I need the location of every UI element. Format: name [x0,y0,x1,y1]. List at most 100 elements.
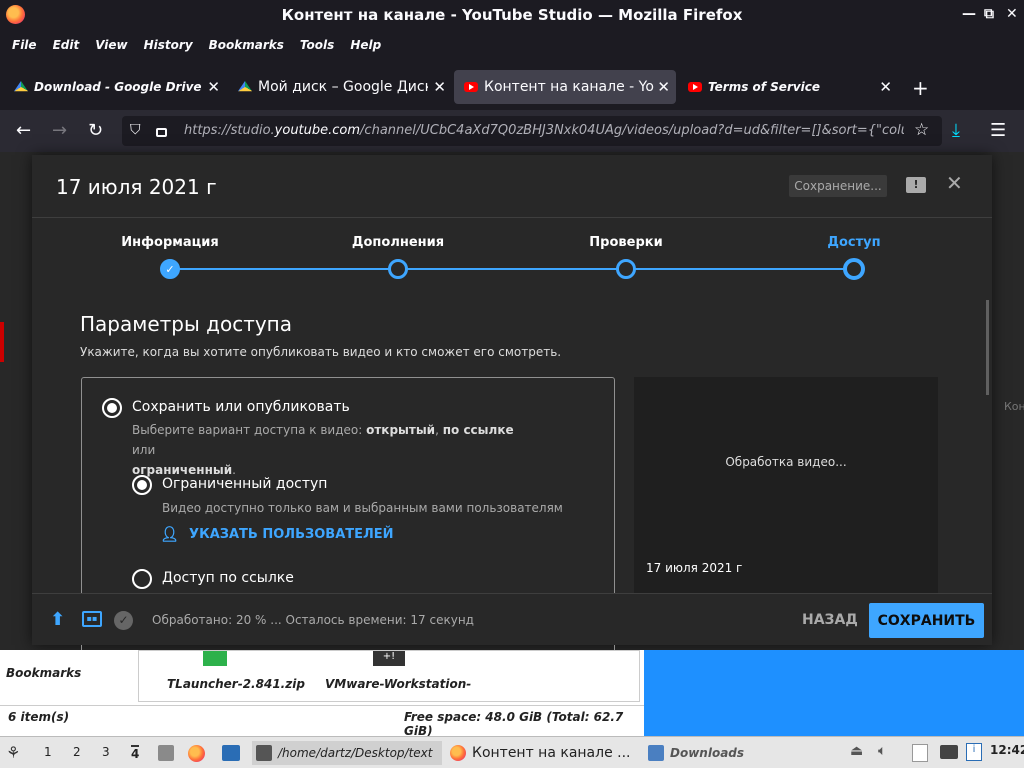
video-preview [634,377,938,577]
firefox-icon [6,5,25,24]
desktop-background [644,650,1024,736]
menu-file[interactable]: File [12,38,37,52]
limited-access-label[interactable]: Ограниченный доступ [162,476,327,492]
lock-icon[interactable] [156,128,167,137]
app-menu-icon[interactable]: ⚘ [6,743,20,762]
zip-file-icon[interactable] [203,651,227,666]
taskbar: ⚘ 1 2 3 4 /home/dartz/Desktop/text Конте… [0,736,1024,768]
url-bar[interactable]: ⛉ https://studio.youtube.com/channel/UCb… [122,116,942,146]
task-terminal[interactable]: /home/dartz/Desktop/text [252,741,442,765]
step-access-dot[interactable] [843,258,865,280]
forward-arrow-icon[interactable]: → [52,120,67,141]
tab-label: Контент на канале - YouTube Studio [484,79,654,95]
vmware-file-icon[interactable]: +! [373,651,405,666]
tab-youtube-studio[interactable]: Контент на канале - YouTube Studio ✕ [454,70,676,104]
upload-icon[interactable]: ⬆ [50,609,65,630]
menu-view[interactable]: View [95,38,127,52]
step-extras-dot[interactable] [388,259,408,279]
volume-icon[interactable]: 🔈︎ [878,743,886,759]
folder-icon [648,745,664,761]
updates-icon[interactable]: i [966,743,982,761]
tab-google-drive-download[interactable]: Download - Google Drive ✕ [4,70,226,104]
hamburger-menu-icon[interactable]: ☰ [990,120,1006,141]
maximize-button[interactable]: ⧉ [984,6,994,22]
feedback-icon[interactable]: ! [906,177,926,193]
task-label: /home/dartz/Desktop/text [278,746,433,760]
link-access-radio[interactable] [132,569,152,589]
close-tab-icon[interactable]: ✕ [207,78,220,96]
menu-history[interactable]: History [144,38,193,52]
eject-icon[interactable]: ⏏ [850,743,863,759]
workspace-1[interactable]: 1 [44,745,52,759]
google-drive-icon [14,81,28,92]
firefox-launcher-icon[interactable] [188,745,205,762]
bookmark-star-icon[interactable]: ☆ [914,120,929,140]
url-text[interactable]: https://studio.youtube.com/channel/UCbC4… [184,123,904,138]
notes-icon[interactable] [912,744,928,762]
preview-date: 17 июля 2021 г [646,561,743,575]
save-or-publish-radio[interactable] [102,398,122,418]
close-tab-icon[interactable]: ✕ [879,78,892,96]
downloads-icon[interactable]: ⤓ [952,120,960,141]
youtube-icon [688,82,702,92]
processing-status: Обработка видео... [725,455,847,469]
terminal-icon [256,745,272,761]
dialog-scrollbar[interactable] [986,300,989,395]
tab-bar: Download - Google Drive ✕ Мой диск – Goo… [0,60,1024,110]
link-access-label[interactable]: Доступ по ссылке [162,570,294,586]
menu-bookmarks[interactable]: Bookmarks [209,38,284,52]
step-extras-label[interactable]: Дополнения [352,235,444,250]
tab-google-drive-my-disk[interactable]: Мой диск – Google Диск ✕ [228,70,452,104]
file-manager-statusbar: 6 item(s) Free space: 48.0 GiB (Total: 6… [0,705,644,738]
step-checks-dot[interactable] [616,259,636,279]
network-icon[interactable] [940,745,958,759]
limited-access-radio[interactable] [132,475,152,495]
task-label: Downloads [670,746,745,760]
close-tab-icon[interactable]: ✕ [657,78,670,96]
close-dialog-icon[interactable]: ✕ [946,171,963,195]
menu-help[interactable]: Help [350,38,381,52]
navigation-bar: ← → ↻ ⛉ https://studio.youtube.com/chann… [0,110,1024,152]
tab-terms-of-service[interactable]: Terms of Service ✕ [678,70,898,104]
dialog-title: 17 июля 2021 г [56,175,217,199]
workspace-3[interactable]: 3 [102,745,110,759]
menu-tools[interactable]: Tools [300,38,334,52]
back-arrow-icon[interactable]: ← [16,120,31,141]
saving-badge: Сохранение... [789,175,887,197]
task-downloads[interactable]: Downloads [648,741,828,765]
back-button[interactable]: НАЗАД [802,612,858,628]
close-window-button[interactable]: ✕ [1006,6,1018,22]
step-access-label[interactable]: Доступ [827,235,880,250]
menu-edit[interactable]: Edit [53,38,80,52]
step-checks-label[interactable]: Проверки [589,235,662,250]
clock[interactable]: 12:42 [990,743,1024,757]
step-info-label[interactable]: Информация [121,235,219,250]
side-text: Кон [1004,400,1024,413]
save-button[interactable]: СОХРАНИТЬ [869,603,984,638]
checks-status-icon[interactable]: ✓ [114,611,133,630]
add-person-icon: 👤︎ [160,525,180,543]
file-item[interactable]: TLauncher-2.841.zip [167,677,305,691]
add-users-label: УКАЗАТЬ ПОЛЬЗОВАТЕЛЕЙ [189,526,394,542]
terminal-launcher-icon[interactable] [222,745,240,761]
bookmarks-label[interactable]: Bookmarks [6,666,81,680]
section-subtitle: Укажите, когда вы хотите опубликовать ви… [80,345,562,359]
hd-icon[interactable]: ▪▪ [82,611,102,627]
minimize-button[interactable]: — [962,6,976,22]
close-tab-icon[interactable]: ✕ [433,78,446,96]
sidebar-active-marker [0,322,4,362]
add-users-button[interactable]: 👤︎ УКАЗАТЬ ПОЛЬЗОВАТЕЛЕЙ [160,525,394,543]
file-item[interactable]: VMware-Workstation- [325,677,471,691]
save-or-publish-label[interactable]: Сохранить или опубликовать [132,399,350,415]
header-divider [32,217,992,218]
workspace-4[interactable]: 4 [131,745,140,761]
workspace-2[interactable]: 2 [73,745,81,759]
show-desktop-icon[interactable] [158,745,174,761]
tab-label: Мой диск – Google Диск [258,79,428,95]
new-tab-button[interactable]: + [912,76,929,100]
file-list: +! TLauncher-2.841.zip VMware-Workstatio… [138,650,640,702]
task-firefox[interactable]: Контент на канале ... [450,741,642,765]
step-info-check-icon[interactable]: ✓ [160,259,180,279]
reload-icon[interactable]: ↻ [88,120,103,141]
shield-icon[interactable]: ⛉ [130,122,141,138]
